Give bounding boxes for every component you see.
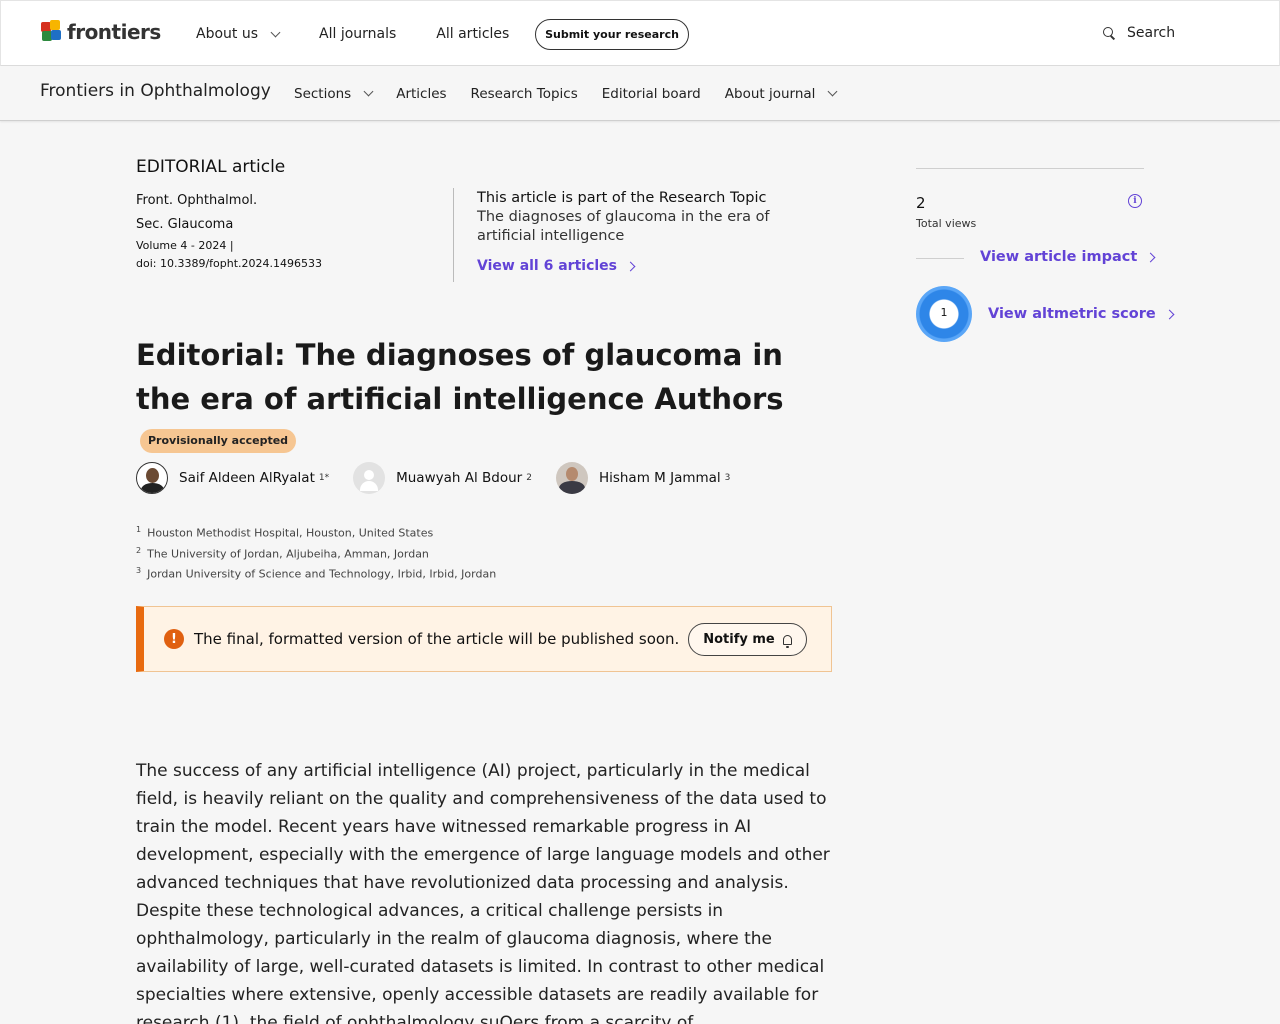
journal-nav-about-journal-label: About journal (724, 85, 816, 102)
journal-nav-sections-label: Sections (294, 85, 352, 102)
search-label: Search (1127, 25, 1176, 41)
logo-icon (41, 20, 63, 44)
bell-icon (782, 634, 792, 648)
section-name: Sec. Glaucoma (136, 217, 234, 232)
journal-nav-articles[interactable]: Articles (396, 86, 446, 102)
journal-nav-about-journal[interactable]: About journal (724, 85, 838, 102)
affiliation-number: 2 (136, 545, 142, 555)
nav-about-us[interactable]: About us (196, 26, 281, 42)
search-button[interactable]: Search (1103, 25, 1175, 41)
publication-notice: ! The final, formatted version of the ar… (136, 606, 832, 672)
chevron-down-icon (827, 86, 838, 97)
article-title: Editorial: The diagnoses of glaucoma in … (136, 333, 836, 465)
altmetric-score: 1 (940, 306, 948, 319)
journal-nav-sections[interactable]: Sections (294, 85, 374, 102)
submit-research-button[interactable]: Submit your research (535, 19, 689, 50)
nav-all-journals[interactable]: All journals (319, 26, 396, 42)
logo-text: frontiers (67, 20, 161, 44)
meta-divider (453, 188, 454, 282)
journal-name[interactable]: Frontiers in Ophthalmology (40, 81, 271, 101)
view-all-articles-label: View all 6 articles (477, 258, 617, 274)
chevron-down-icon (270, 27, 281, 37)
journal-nav: Sections Articles Research Topics Editor… (294, 66, 860, 121)
doi[interactable]: doi: 10.3389/fopht.2024.1496533 (136, 255, 322, 273)
journal-bar: Frontiers in Ophthalmology Sections Arti… (0, 66, 1280, 121)
view-article-impact-label: View article impact (980, 249, 1138, 265)
article-type: EDITORIAL article (136, 157, 286, 177)
metrics-divider-short (916, 258, 964, 259)
frontiers-logo[interactable]: frontiers (41, 20, 161, 44)
research-topic-heading: This article is part of the Research Top… (477, 190, 767, 206)
journal-abbrev: Front. Ophthalmol. (136, 193, 258, 208)
article-title-text: Editorial: The diagnoses of glaucoma in … (136, 338, 784, 416)
journal-nav-articles-label: Articles (396, 85, 447, 102)
view-altmetric-score-link[interactable]: View altmetric score (988, 306, 1175, 322)
nav-all-articles[interactable]: All articles (436, 26, 509, 42)
affiliation-item: 1 Houston Methodist Hospital, Houston, Un… (136, 521, 496, 542)
affiliation-text: Houston Methodist Hospital, Houston, Uni… (147, 526, 434, 540)
affiliation-number: 3 (136, 566, 142, 576)
warning-icon: ! (164, 629, 184, 649)
avatar-placeholder-icon (353, 462, 386, 494)
nav-all-articles-label: All articles (436, 26, 510, 42)
journal-nav-editorial-board[interactable]: Editorial board (602, 86, 701, 102)
status-badge: Provisionally accepted (140, 429, 297, 453)
journal-nav-editorial-board-label: Editorial board (601, 85, 701, 102)
affiliation-number: 1 (136, 525, 142, 534)
view-altmetric-score-label: View altmetric score (988, 306, 1156, 322)
author-name: Hisham M Jammal (598, 470, 721, 486)
affiliations: 1 Houston Methodist Hospital, Houston, Un… (136, 521, 496, 583)
chevron-down-icon (363, 86, 374, 97)
author-item[interactable]: Saif Aldeen AlRyalat 1* (136, 462, 329, 494)
article-body: The success of any artificial intelligen… (136, 761, 830, 1024)
chevron-right-icon (625, 261, 636, 271)
view-article-impact-link[interactable]: View article impact (980, 249, 1156, 265)
author-name: Muawyah Al Bdour (396, 470, 523, 486)
author-affiliation-sup: 2 (526, 473, 532, 483)
nav-about-us-label: About us (196, 26, 259, 42)
volume-info: Volume 4 - 2024 | (136, 239, 234, 252)
affiliation-item: 2 The University of Jordan, Aljubeiha, Am… (136, 542, 496, 563)
notice-text: The final, formatted version of the arti… (194, 630, 680, 648)
total-views-label: Total views (916, 217, 977, 230)
site-header: frontiers About us All journals All arti… (0, 0, 1280, 66)
author-affiliation-sup: 3 (724, 473, 731, 483)
affiliation-item: 3 Jordan University of Science and Techno… (136, 562, 496, 583)
search-icon (1103, 27, 1115, 39)
nav-all-journals-label: All journals (319, 26, 397, 42)
notify-me-button[interactable]: Notify me (688, 623, 807, 656)
journal-nav-research-topics-label: Research Topics (470, 85, 578, 102)
main-nav: About us All journals All articles (196, 1, 549, 67)
research-topic-box: This article is part of the Research Top… (477, 188, 817, 274)
affiliation-text: The University of Jordan, Aljubeiha, Amm… (147, 547, 429, 561)
chevron-right-icon (1145, 252, 1156, 262)
author-item[interactable]: Muawyah Al Bdour 2 (353, 462, 532, 494)
avatar (136, 462, 168, 494)
metrics-divider (916, 168, 1144, 169)
chevron-right-icon (1164, 309, 1175, 319)
author-name: Saif Aldeen AlRyalat (179, 470, 315, 486)
research-topic-name[interactable]: The diagnoses of glaucoma in the era of … (477, 208, 817, 246)
author-item[interactable]: Hisham M Jammal 3 (555, 462, 731, 494)
info-icon[interactable]: i (1128, 194, 1142, 208)
author-list: Saif Aldeen AlRyalat 1* Muawyah Al Bdour 2… (136, 462, 754, 494)
notify-me-label: Notify me (703, 632, 775, 647)
affiliation-text: Jordan University of Science and Technol… (147, 567, 497, 581)
avatar (555, 462, 588, 494)
article-meta: Front. Ophthalmol. Sec. Glaucoma Volume … (136, 189, 322, 273)
view-all-articles-link[interactable]: View all 6 articles (477, 258, 817, 274)
journal-nav-research-topics[interactable]: Research Topics (471, 86, 578, 102)
author-affiliation-sup: 1* (318, 473, 330, 483)
total-views-value: 2 (916, 194, 926, 212)
